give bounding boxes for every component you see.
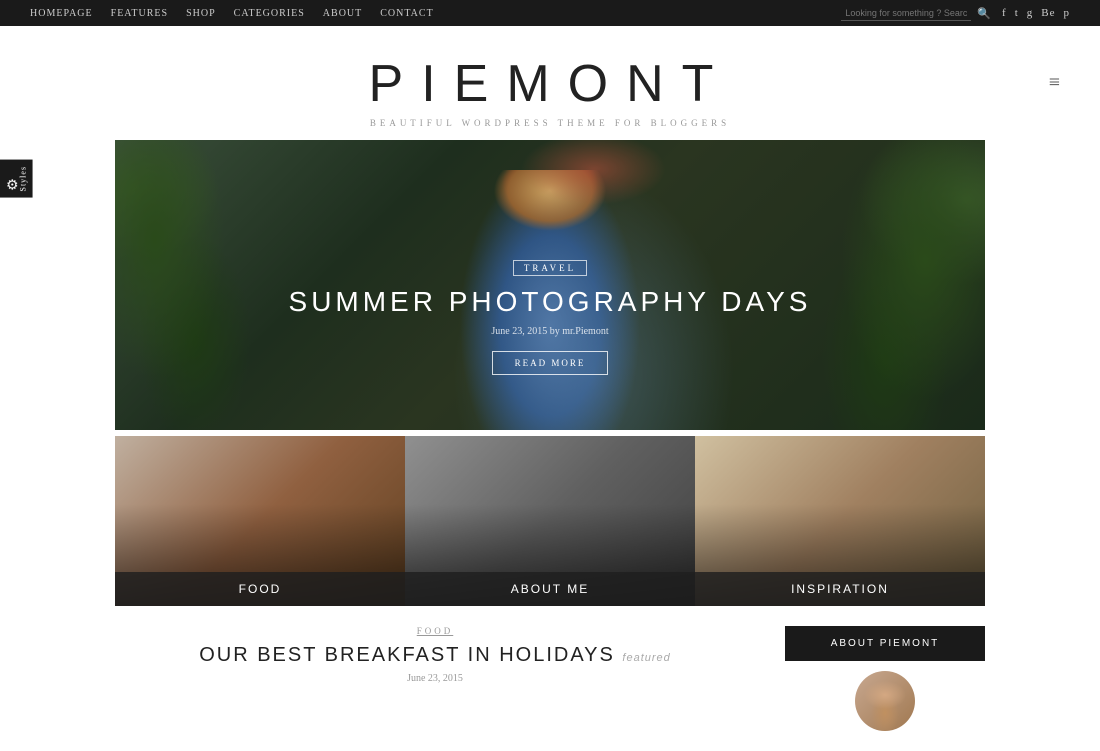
site-title: PIEMONT	[0, 54, 1100, 114]
grid-item-food[interactable]: Food	[115, 436, 405, 606]
site-tagline: BEAUTIFUL WORDPRESS THEME FOR BLOGGERS	[0, 118, 1100, 128]
grid-food-label: Food	[115, 572, 405, 606]
hamburger-menu[interactable]: ≡	[1049, 72, 1060, 95]
nav-right: 🔍 f t g Be p	[841, 6, 1070, 21]
pinterest-icon[interactable]: p	[1064, 7, 1071, 19]
hero-category: TRAVEL	[513, 260, 587, 276]
facebook-icon[interactable]: f	[1002, 7, 1007, 19]
styles-panel[interactable]: ⚙ Styles	[0, 160, 33, 198]
post-title: OUR BEST BREAKFAST IN HOLIDAYS featured	[115, 644, 755, 667]
grid-item-about[interactable]: About me	[405, 436, 695, 606]
search-icon[interactable]: 🔍	[977, 7, 992, 20]
styles-icon: ⚙	[5, 175, 19, 192]
featured-post: FOOD OUR BEST BREAKFAST IN HOLIDAYS feat…	[115, 626, 755, 731]
nav-contact[interactable]: CONTACT	[380, 8, 433, 19]
food-tag-link[interactable]: FOOD	[115, 626, 755, 636]
nav-about[interactable]: ABOUT	[323, 8, 362, 19]
nav-links: HOMEPAGE FEATURES SHOP CATEGORIES ABOUT …	[30, 8, 434, 19]
behance-icon[interactable]: Be	[1041, 7, 1055, 19]
grid-item-inspiration[interactable]: Inspiration	[695, 436, 985, 606]
search-input[interactable]	[841, 6, 971, 21]
bottom-section: FOOD OUR BEST BREAKFAST IN HOLIDAYS feat…	[115, 626, 985, 751]
about-sidebar: ABOUT PIEMONT	[785, 626, 985, 731]
hero-content: TRAVEL SUMMER PHOTOGRAPHY DAYS June 23, …	[115, 258, 985, 375]
googleplus-icon[interactable]: g	[1027, 7, 1034, 19]
post-date: June 23, 2015	[115, 673, 755, 684]
nav-categories[interactable]: CATEGORIES	[234, 8, 305, 19]
category-grid: Food About me Inspiration	[115, 436, 985, 606]
grid-about-label: About me	[405, 572, 695, 606]
hero-title: SUMMER PHOTOGRAPHY DAYS	[115, 286, 985, 318]
avatar-image	[855, 671, 915, 731]
featured-badge: featured	[622, 652, 670, 664]
top-navigation: HOMEPAGE FEATURES SHOP CATEGORIES ABOUT …	[0, 0, 1100, 26]
nav-homepage[interactable]: HOMEPAGE	[30, 8, 93, 19]
post-title-text: OUR BEST BREAKFAST IN HOLIDAYS	[199, 644, 615, 666]
hero-section: TRAVEL SUMMER PHOTOGRAPHY DAYS June 23, …	[115, 140, 985, 430]
styles-label: Styles	[19, 166, 28, 192]
nav-shop[interactable]: SHOP	[186, 8, 216, 19]
grid-inspiration-label: Inspiration	[695, 572, 985, 606]
search-area: 🔍	[841, 6, 992, 21]
about-piemont-button[interactable]: ABOUT PIEMONT	[785, 626, 985, 661]
social-icons: f t g Be p	[1002, 7, 1070, 19]
twitter-icon[interactable]: t	[1015, 7, 1019, 19]
hero-meta: June 23, 2015 by mr.Piemont	[115, 326, 985, 337]
avatar	[855, 671, 915, 731]
nav-features[interactable]: FEATURES	[111, 8, 168, 19]
hero-read-more-button[interactable]: READ MORE	[492, 351, 609, 375]
site-header: PIEMONT BEAUTIFUL WORDPRESS THEME FOR BL…	[0, 26, 1100, 140]
